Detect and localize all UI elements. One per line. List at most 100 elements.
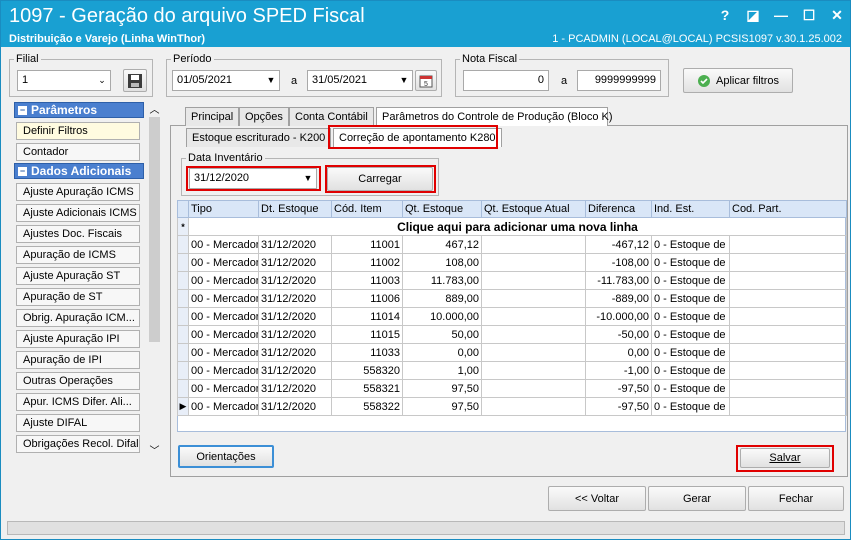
current-row-indicator-icon[interactable]: ▶ [177, 397, 189, 416]
cell-ind-est[interactable]: 0 - Estoque de [651, 307, 730, 326]
cell-qt-estoque[interactable]: 50,00 [402, 325, 482, 344]
subtab-k200[interactable]: Estoque escriturado - K200 [186, 128, 332, 147]
cell-qt-estoque[interactable]: 97,50 [402, 379, 482, 398]
cell-cod-item[interactable]: 558322 [331, 397, 403, 416]
sidebar-item[interactable]: Apur. ICMS Difer. Ali... [16, 393, 140, 411]
cell-cod-part[interactable] [729, 235, 847, 254]
tab-conta-contabil[interactable]: Conta Contábil [289, 107, 374, 126]
cell-cod-item[interactable]: 11033 [331, 343, 403, 362]
k280-grid[interactable]: Tipo Dt. Estoque Cód. Item Qt. Estoque Q… [177, 200, 847, 416]
cell-ind-est[interactable]: 0 - Estoque de [651, 397, 730, 416]
sidebar-item[interactable]: Ajuste DIFAL [16, 414, 140, 432]
cell-diferenca[interactable]: -108,00 [585, 253, 652, 272]
table-row[interactable]: 00 - Mercador 31/12/2020 11001 467,12 -467,1… [177, 235, 847, 254]
dropdown-arrow-icon[interactable]: ▼ [396, 71, 412, 90]
cell-cod-part[interactable] [729, 379, 847, 398]
cell-cod-part[interactable] [729, 397, 847, 416]
col-cod-part[interactable]: Cod. Part. [729, 200, 847, 218]
filial-select[interactable]: 1 ⌄ [17, 70, 111, 91]
table-row[interactable]: 00 - Mercador 31/12/2020 11014 10.000,00 -10… [177, 307, 847, 326]
chevron-down-icon[interactable]: ⌄ [94, 71, 110, 90]
sidebar-item[interactable]: Apuração de ST [16, 288, 140, 306]
cell-qt-estoque[interactable]: 10.000,00 [402, 307, 482, 326]
col-tipo[interactable]: Tipo [188, 200, 259, 218]
cell-diferenca[interactable]: -97,50 [585, 397, 652, 416]
save-filial-button[interactable] [123, 69, 147, 92]
sidebar-item[interactable]: Outras Operações [16, 372, 140, 390]
scroll-thumb[interactable] [149, 117, 160, 342]
cell-diferenca[interactable]: -97,50 [585, 379, 652, 398]
cell-ind-est[interactable]: 0 - Estoque de [651, 361, 730, 380]
col-diferenca[interactable]: Diferenca [585, 200, 652, 218]
cell-tipo[interactable]: 00 - Mercador [188, 397, 259, 416]
col-cod-item[interactable]: Cód. Item [331, 200, 403, 218]
cell-tipo[interactable]: 00 - Mercador [188, 289, 259, 308]
cell-cod-item[interactable]: 558320 [331, 361, 403, 380]
row-indicator[interactable] [177, 253, 189, 272]
nota-fiscal-start-input[interactable]: 0 [463, 70, 549, 91]
sidebar-item[interactable]: Obrigações Recol. Difal [16, 435, 140, 453]
cell-qt-estoque[interactable]: 108,00 [402, 253, 482, 272]
cell-dt-estoque[interactable]: 31/12/2020 [258, 361, 332, 380]
tab-opcoes[interactable]: Opções [239, 107, 289, 126]
row-indicator[interactable] [177, 289, 189, 308]
cell-diferenca[interactable]: -10.000,00 [585, 307, 652, 326]
table-row[interactable]: 00 - Mercador 31/12/2020 558320 1,00 -1,00 0 … [177, 361, 847, 380]
cell-diferenca[interactable]: 0,00 [585, 343, 652, 362]
sidebar-item-definir-filtros[interactable]: Definir Filtros [16, 122, 140, 140]
parametros-section-header[interactable]: − Parâmetros [14, 102, 144, 118]
sidebar-item[interactable]: Ajuste Apuração ST [16, 267, 140, 285]
table-row[interactable]: ▶ 00 - Mercador 31/12/2020 558322 97,50 -97,5… [177, 397, 847, 416]
row-indicator[interactable] [177, 325, 189, 344]
tab-principal[interactable]: Principal [185, 107, 240, 126]
table-row[interactable]: 00 - Mercador 31/12/2020 11003 11.783,00 -11… [177, 271, 847, 290]
cell-ind-est[interactable]: 0 - Estoque de [651, 253, 730, 272]
new-row[interactable]: * Clique aqui para adicionar uma nova li… [177, 217, 847, 236]
close-icon[interactable]: ✕ [830, 7, 844, 24]
row-indicator[interactable] [177, 379, 189, 398]
row-indicator[interactable] [177, 307, 189, 326]
calendar-button[interactable]: 5 [415, 70, 437, 91]
cell-cod-item[interactable]: 11006 [331, 289, 403, 308]
table-row[interactable]: 00 - Mercador 31/12/2020 11033 0,00 0,00 0 - … [177, 343, 847, 362]
cell-cod-item[interactable]: 11002 [331, 253, 403, 272]
cell-ind-est[interactable]: 0 - Estoque de [651, 343, 730, 362]
sidebar-scrollbar[interactable]: ︿ ﹀ [147, 101, 162, 457]
cell-cod-item[interactable]: 11014 [331, 307, 403, 326]
dropdown-arrow-icon[interactable]: ▼ [263, 71, 279, 90]
cell-tipo[interactable]: 00 - Mercador [188, 361, 259, 380]
sidebar-item-contador[interactable]: Contador [16, 143, 140, 161]
tab-bloco-k[interactable]: Parâmetros do Controle de Produção (Bloc… [376, 107, 613, 126]
cell-diferenca[interactable]: -467,12 [585, 235, 652, 254]
cell-qt-estoque-atual[interactable] [481, 397, 586, 416]
col-qt-estoque[interactable]: Qt. Estoque [402, 200, 482, 218]
restore-icon[interactable]: ◪ [746, 7, 760, 24]
cell-dt-estoque[interactable]: 31/12/2020 [258, 253, 332, 272]
cell-qt-estoque[interactable]: 11.783,00 [402, 271, 482, 290]
cell-tipo[interactable]: 00 - Mercador [188, 325, 259, 344]
scroll-up-icon[interactable]: ︿ [147, 101, 162, 116]
orientacoes-button[interactable]: Orientações [178, 445, 274, 468]
cell-cod-part[interactable] [729, 289, 847, 308]
apply-filters-button[interactable]: Aplicar filtros [683, 68, 793, 93]
table-row[interactable]: 00 - Mercador 31/12/2020 558321 97,50 -97,50… [177, 379, 847, 398]
cell-ind-est[interactable]: 0 - Estoque de [651, 235, 730, 254]
cell-tipo[interactable]: 00 - Mercador [188, 235, 259, 254]
cell-cod-part[interactable] [729, 361, 847, 380]
row-indicator[interactable] [177, 343, 189, 362]
table-row[interactable]: 00 - Mercador 31/12/2020 11006 889,00 -889,0… [177, 289, 847, 308]
cell-qt-estoque[interactable]: 889,00 [402, 289, 482, 308]
sidebar-item[interactable]: Ajuste Adicionais ICMS [16, 204, 140, 222]
cell-qt-estoque-atual[interactable] [481, 289, 586, 308]
col-dt-estoque[interactable]: Dt. Estoque [258, 200, 332, 218]
cell-tipo[interactable]: 00 - Mercador [188, 379, 259, 398]
cell-ind-est[interactable]: 0 - Estoque de [651, 325, 730, 344]
sidebar-item[interactable]: Ajuste Apuração ICMS [16, 183, 140, 201]
maximize-icon[interactable]: ☐ [802, 7, 816, 24]
voltar-button[interactable]: << Voltar [548, 486, 646, 511]
help-icon[interactable]: ? [718, 7, 732, 24]
sidebar-item[interactable]: Apuração de ICMS [16, 246, 140, 264]
cell-cod-part[interactable] [729, 343, 847, 362]
fechar-button[interactable]: Fechar [748, 486, 844, 511]
cell-ind-est[interactable]: 0 - Estoque de [651, 289, 730, 308]
